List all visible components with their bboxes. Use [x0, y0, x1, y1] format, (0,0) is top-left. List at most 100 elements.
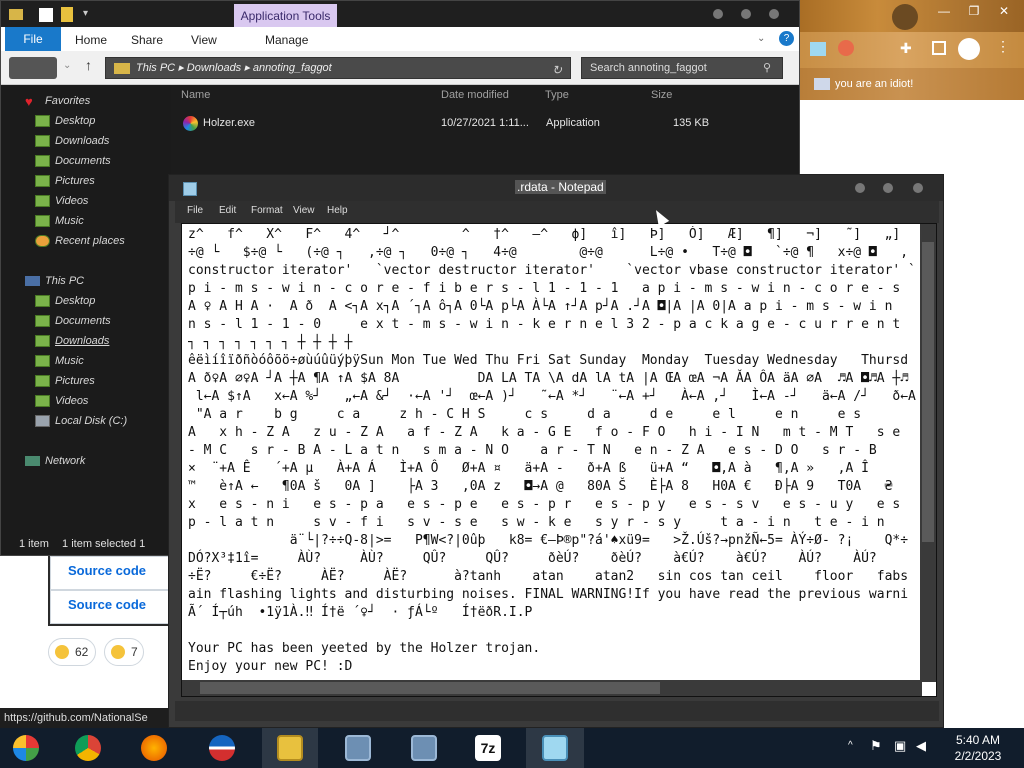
- back-forward-buttons[interactable]: [9, 57, 57, 79]
- chrome-bookmarks-bar: you are an idiot!: [780, 68, 1024, 100]
- tab-home[interactable]: Home: [75, 27, 107, 51]
- desktop-icon: [35, 295, 50, 307]
- notepad-title-bar[interactable]: .rdata - Notepad: [169, 175, 943, 201]
- notepad-title: .rdata - Notepad: [515, 180, 606, 194]
- reaction-thumbs-up[interactable]: 62: [48, 638, 96, 666]
- help-icon[interactable]: ?: [779, 31, 794, 46]
- ribbon-collapse-icon[interactable]: ⌄: [757, 33, 765, 44]
- column-name[interactable]: Name: [181, 89, 210, 101]
- search-input[interactable]: Search annoting_faggot: [581, 57, 783, 79]
- column-size[interactable]: Size: [651, 89, 672, 101]
- chrome-restore-button[interactable]: ❐: [960, 2, 988, 20]
- sidebar-item-videos[interactable]: Videos: [35, 193, 88, 209]
- tray-overflow-icon[interactable]: ^: [848, 740, 853, 751]
- explorer-close-button[interactable]: [769, 9, 779, 19]
- source-code-link[interactable]: Source code: [68, 597, 146, 612]
- thumbs-up-icon: [55, 645, 69, 659]
- folder-icon: [114, 62, 130, 74]
- network-tray-icon[interactable]: ▣: [894, 738, 906, 754]
- properties-icon[interactable]: [39, 8, 53, 22]
- side-panel-icon[interactable]: [932, 41, 946, 55]
- recent-locations-icon[interactable]: ⌄: [63, 60, 71, 71]
- file-explorer-icon: [277, 735, 303, 761]
- tab-manage[interactable]: Manage: [265, 27, 308, 51]
- tab-view[interactable]: View: [191, 27, 217, 51]
- column-type[interactable]: Type: [545, 89, 569, 101]
- notepad-line: A ♀ A H A · A ð A <┐A x┐A ´┐A ô┐A 0└A p└…: [188, 299, 893, 314]
- menu-edit[interactable]: Edit: [219, 205, 236, 216]
- sidebar-item-pictures[interactable]: Pictures: [35, 173, 95, 189]
- vertical-scrollbar[interactable]: [920, 224, 936, 682]
- puzzle-icon[interactable]: ✚: [900, 40, 914, 56]
- sidebar-item-pc-music[interactable]: Music: [35, 353, 84, 369]
- horizontal-scroll-thumb[interactable]: [200, 682, 660, 694]
- tab-share[interactable]: Share: [131, 27, 163, 51]
- sidebar-item-downloads[interactable]: Downloads: [35, 133, 109, 149]
- sidebar-item-desktop[interactable]: Desktop: [35, 113, 95, 129]
- sidebar-item-local-disk[interactable]: Local Disk (C:): [35, 413, 127, 429]
- network-header[interactable]: Network: [25, 453, 85, 469]
- explorer-minimize-button[interactable]: [713, 9, 723, 19]
- taskbar-notepad[interactable]: [526, 728, 584, 768]
- quick-access-chevron-icon[interactable]: ▾: [83, 8, 88, 19]
- breadcrumb-downloads[interactable]: Downloads: [187, 62, 241, 74]
- sidebar-item-music[interactable]: Music: [35, 213, 84, 229]
- taskbar-file-explorer[interactable]: [262, 728, 318, 768]
- vertical-scroll-thumb[interactable]: [922, 242, 934, 542]
- breadcrumb-folder[interactable]: annoting_faggot: [253, 62, 332, 74]
- sidebar-item-pc-documents[interactable]: Documents: [35, 313, 111, 329]
- taskbar-7zip[interactable]: 7z: [462, 728, 514, 768]
- chrome-minimize-button[interactable]: —: [930, 2, 958, 20]
- menu-file[interactable]: File: [187, 205, 203, 216]
- page-margin: [0, 556, 48, 708]
- breadcrumb-this-pc[interactable]: This PC: [136, 62, 175, 74]
- file-row[interactable]: Holzer.exe 10/27/2021 1:11... Applicatio…: [179, 113, 711, 135]
- sidebar-item-pc-pictures[interactable]: Pictures: [35, 373, 95, 389]
- this-pc-header[interactable]: This PC: [25, 273, 84, 289]
- notepad-line: "A a r b g c a z h - C H S c s d a d e e…: [188, 407, 862, 422]
- notepad-close-button[interactable]: [913, 183, 923, 193]
- bookmark-link[interactable]: you are an idiot!: [835, 78, 913, 90]
- up-arrow-icon[interactable]: ↑: [85, 57, 92, 73]
- reaction-smile[interactable]: 7: [104, 638, 144, 666]
- chrome-icon: [75, 735, 101, 761]
- action-center-flag-icon[interactable]: ⚑: [870, 738, 882, 754]
- menu-help[interactable]: Help: [327, 205, 348, 216]
- notepad-minimize-button[interactable]: [855, 183, 865, 193]
- volume-icon[interactable]: ◀: [916, 738, 926, 754]
- chrome-profile-icon[interactable]: [892, 4, 918, 30]
- menu-view[interactable]: View: [293, 205, 315, 216]
- sidebar-item-pc-downloads[interactable]: Downloads: [35, 333, 109, 349]
- explorer-maximize-button[interactable]: [741, 9, 751, 19]
- new-folder-icon[interactable]: [61, 7, 73, 22]
- taskbar-chrome[interactable]: [62, 728, 114, 768]
- favorites-header[interactable]: ♥ Favorites: [25, 93, 90, 109]
- taskbar-installer-1[interactable]: [332, 728, 384, 768]
- start-button[interactable]: [0, 728, 52, 768]
- account-icon[interactable]: [958, 38, 980, 60]
- taskbar-installer-2[interactable]: [398, 728, 450, 768]
- tab-file[interactable]: File: [5, 27, 61, 51]
- notepad-text-area[interactable]: z^ f^ X^ F^ 4^ ┘^ ^ †^ —^ ϕ] î] Þ] Ò] Æ]…: [181, 223, 937, 697]
- extension-avatar-icon[interactable]: [838, 40, 854, 56]
- menu-icon[interactable]: ⋮: [996, 38, 1010, 60]
- sidebar-item-pc-desktop[interactable]: Desktop: [35, 293, 95, 309]
- taskbar-clock[interactable]: 5:40 AM 2/2/2023: [940, 732, 1016, 766]
- address-bar[interactable]: This PC ▸ Downloads ▸ annoting_faggot ↻: [105, 57, 571, 79]
- taskbar-obama-app[interactable]: [196, 728, 248, 768]
- column-date-modified[interactable]: Date modified: [441, 89, 509, 101]
- notepad-content[interactable]: z^ f^ X^ F^ 4^ ┘^ ^ †^ —^ ϕ] î] Þ] Ò] Æ]…: [188, 226, 916, 678]
- notepad-maximize-button[interactable]: [883, 183, 893, 193]
- sidebar-item-pc-videos[interactable]: Videos: [35, 393, 88, 409]
- chrome-close-button[interactable]: ✕: [990, 2, 1018, 20]
- horizontal-scrollbar[interactable]: [182, 680, 922, 696]
- sidebar-item-recent-places[interactable]: Recent places: [35, 233, 125, 249]
- menu-format[interactable]: Format: [251, 205, 283, 216]
- refresh-icon[interactable]: ↻: [548, 60, 566, 77]
- source-code-link[interactable]: Source code: [68, 563, 146, 578]
- sidebar-item-documents[interactable]: Documents: [35, 153, 111, 169]
- notepad-line: DÓ?X³‡1î= ÀÙ? ÀÙ? QÛ? QÛ? ðèÚ? ðèÚ? à€Ú?…: [188, 551, 877, 566]
- flag-icon[interactable]: [810, 42, 826, 56]
- notepad-line: Ã´ Í┬úh •1ÿ1À.‼ Í†ë ´♀┘ · ƒÁ└º Í†ëðR.I.P: [188, 605, 533, 620]
- taskbar-firefox[interactable]: [128, 728, 180, 768]
